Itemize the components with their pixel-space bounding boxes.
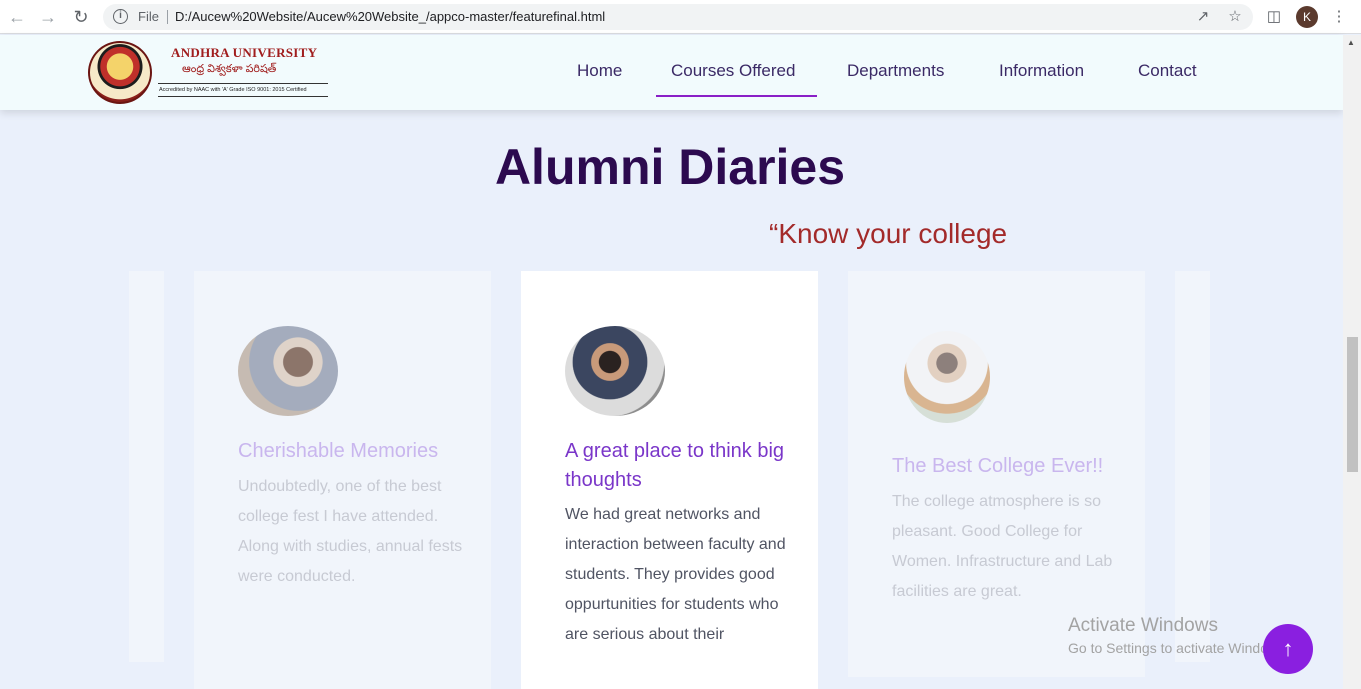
browser-toolbar: ← → ↻ i File D:/Aucew%20Website/Aucew%20… bbox=[0, 0, 1361, 34]
address-bar[interactable]: i File D:/Aucew%20Website/Aucew%20Websit… bbox=[103, 4, 1253, 30]
activate-windows-subtitle: Go to Settings to activate Windows. bbox=[1068, 640, 1289, 656]
scroll-up-icon[interactable]: ▲ bbox=[1347, 38, 1355, 47]
logo-accreditation: Accredited by NAAC with 'A' Grade ISO 90… bbox=[159, 87, 307, 93]
url-text[interactable]: D:/Aucew%20Website/Aucew%20Website_/appc… bbox=[175, 9, 605, 24]
reload-icon[interactable]: ↻ bbox=[69, 5, 93, 29]
card-title: The Best College Ever!! bbox=[892, 455, 1104, 477]
logo-divider bbox=[158, 96, 328, 97]
forward-icon[interactable]: → bbox=[36, 5, 60, 29]
alumni-photo bbox=[238, 326, 338, 416]
carousel-card-partial[interactable] bbox=[129, 271, 164, 662]
info-icon[interactable]: i bbox=[113, 9, 128, 24]
card-title: Cherishable Memories bbox=[238, 440, 439, 462]
file-label: File bbox=[138, 9, 159, 24]
university-emblem-icon[interactable] bbox=[88, 41, 152, 104]
nav-courses-offered[interactable]: Courses Offered bbox=[671, 61, 795, 81]
star-icon[interactable]: ☆ bbox=[1225, 7, 1245, 27]
menu-dots-icon[interactable]: ⋮ bbox=[1328, 6, 1350, 28]
activate-windows-title: Activate Windows bbox=[1068, 615, 1218, 636]
share-icon[interactable]: ↗ bbox=[1193, 7, 1213, 27]
site-header: ANDHRA UNIVERSITY ఆంధ్ర విశ్వకళా పరిషత్ … bbox=[0, 35, 1343, 110]
scrollbar-thumb[interactable] bbox=[1347, 337, 1358, 472]
nav-departments[interactable]: Departments bbox=[847, 61, 944, 81]
back-icon[interactable]: ← bbox=[5, 5, 29, 29]
card-body: Undoubtedly, one of the best college fes… bbox=[238, 478, 463, 585]
nav-information[interactable]: Information bbox=[999, 61, 1084, 81]
divider bbox=[167, 10, 168, 24]
alumni-photo bbox=[904, 331, 990, 423]
side-panel-icon[interactable]: ◫ bbox=[1263, 6, 1285, 28]
card-title: A great place to think big thoughts bbox=[565, 440, 785, 491]
testimonial-card[interactable]: Cherishable Memories Undoubtedly, one of… bbox=[194, 271, 491, 689]
active-nav-indicator bbox=[656, 95, 817, 97]
logo-title: ANDHRA UNIVERSITY bbox=[171, 45, 318, 60]
tagline: “Know your college bbox=[769, 218, 1008, 249]
carousel-card-partial[interactable] bbox=[1175, 271, 1210, 662]
logo-divider bbox=[158, 83, 328, 84]
testimonial-card-active[interactable]: A great place to think big thoughts We h… bbox=[521, 271, 818, 689]
card-body: The college atmosphere is so pleasant. G… bbox=[892, 493, 1113, 600]
nav-contact[interactable]: Contact bbox=[1138, 61, 1197, 81]
card-body: We had great networks and interaction be… bbox=[565, 506, 786, 643]
profile-avatar[interactable]: K bbox=[1296, 6, 1318, 28]
alumni-photo bbox=[565, 326, 665, 416]
nav-home[interactable]: Home bbox=[577, 61, 622, 81]
arrow-up-icon: ↑ bbox=[1282, 636, 1294, 661]
back-to-top-button[interactable]: ↑ bbox=[1263, 624, 1313, 674]
logo-telugu-text: ఆంధ్ర విశ్వకళా పరిషత్ bbox=[182, 63, 277, 75]
section-title: Alumni Diaries bbox=[494, 139, 846, 195]
